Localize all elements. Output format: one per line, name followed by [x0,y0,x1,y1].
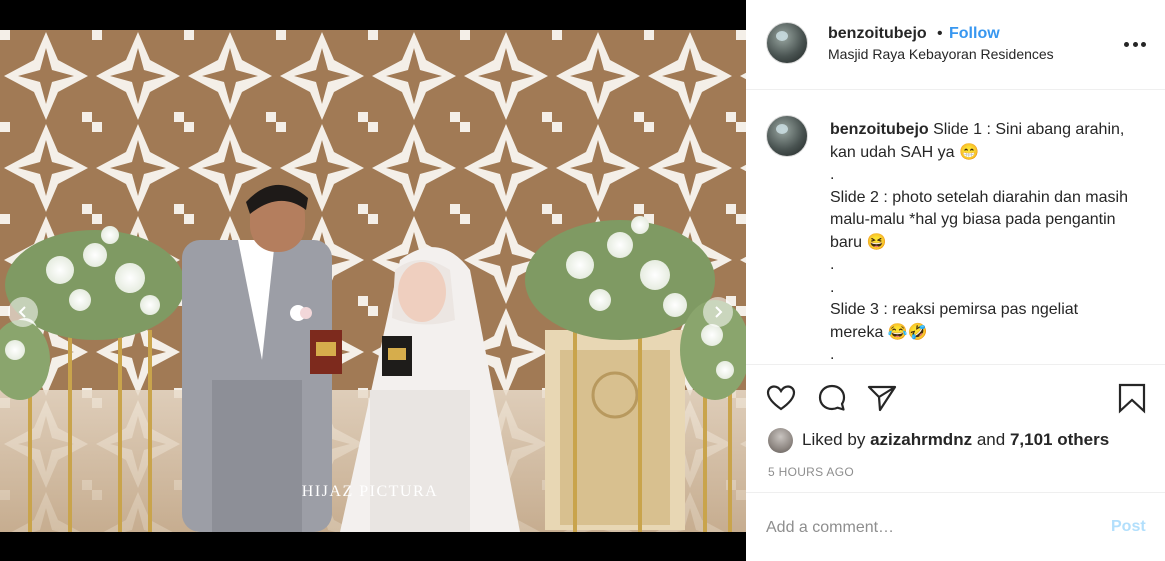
post-panel: benzoitubejo • Follow Masjid Raya Kebayo… [746,0,1165,561]
likes-summary: Liked by azizahrmdnz and 7,101 others [768,427,1109,453]
caption-author-avatar[interactable] [766,115,808,157]
post-location[interactable]: Masjid Raya Kebayoran Residences [828,46,1054,62]
photo-watermark: HIJAZ PICTURA [302,483,438,500]
liker-avatar[interactable] [768,427,793,453]
previous-slide-button[interactable] [8,297,38,327]
post-timestamp[interactable]: 5 HOURS AGO [768,465,854,479]
likes-connector: and [976,430,1006,449]
caption-text-block: benzoitubejo Slide 1 : Sini abang arahin… [830,119,1130,363]
likes-count-link[interactable]: 7,101 others [1010,430,1109,450]
post-photo[interactable]: HIJAZ PICTURA [0,30,746,532]
caption-body: Slide 1 : Sini abang arahin, kan udah SA… [830,121,1128,363]
follow-button[interactable]: Follow [949,25,1000,43]
post-header: benzoitubejo • Follow Masjid Raya Kebayo… [746,0,1165,90]
more-options-icon[interactable] [1124,42,1146,48]
paper-plane-icon[interactable] [866,382,898,414]
post-caption: benzoitubejo Slide 1 : Sini abang arahin… [746,91,1165,363]
post-comment-button[interactable]: Post [1111,518,1146,536]
post-media: HIJAZ PICTURA [0,0,746,561]
liker-username[interactable]: azizahrmdnz [870,430,972,450]
chevron-left-icon [18,306,26,318]
caption-username[interactable]: benzoitubejo [830,121,929,138]
liked-by-prefix: Liked by [802,430,866,449]
heart-icon[interactable] [765,382,797,414]
header-separator: • [937,25,943,42]
comment-bubble-icon[interactable] [816,382,848,414]
author-username[interactable]: benzoitubejo [828,25,927,43]
comment-composer: Post [746,492,1165,561]
author-avatar[interactable] [766,22,808,64]
bookmark-icon[interactable] [1116,382,1148,414]
comment-input[interactable] [766,513,1086,543]
next-slide-button[interactable] [703,297,733,327]
chevron-right-icon [715,306,723,318]
